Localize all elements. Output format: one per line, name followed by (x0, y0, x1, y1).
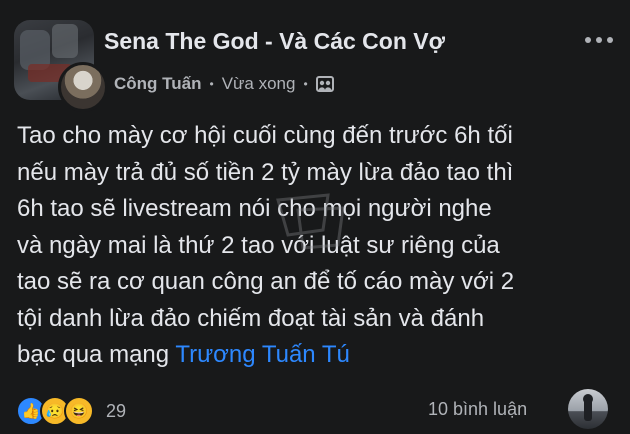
post-meta: Công Tuấn • Vừa xong • (114, 74, 334, 94)
group-privacy-icon (315, 76, 334, 92)
reaction-count: 29 (106, 400, 127, 421)
post-text-line: và ngày mai là thứ 2 tao với luật sư riê… (17, 231, 500, 259)
post-text-line: tội danh lừa đảo chiếm đoạt tài sản và đ… (17, 304, 485, 332)
post-timestamp[interactable]: Vừa xong (222, 74, 296, 94)
avatar-figure-body (584, 399, 592, 421)
comments-count-link[interactable]: 10 bình luận (428, 399, 527, 420)
post-header: Sena The God - Và Các Con Vợ Công Tuấn •… (14, 14, 616, 112)
post-text-line: bạc qua mạng (17, 341, 170, 368)
commenter-avatar[interactable] (568, 389, 608, 429)
more-options-icon[interactable] (582, 30, 616, 50)
mention-link[interactable]: Trương Tuấn Tú (175, 341, 350, 368)
haha-icon: 😆 (64, 396, 94, 426)
meta-separator: • (303, 77, 308, 91)
author-name-link[interactable]: Công Tuấn (114, 74, 202, 94)
reactions-summary[interactable]: 👍 😥 😆 29 (16, 396, 126, 426)
post-text-line: Tao cho mày cơ hội cuối cùng đến trước 6… (17, 122, 513, 149)
post-text-line: nếu mày trả đủ số tiền 2 tỷ mày lừa đảo … (17, 158, 514, 186)
post-body: Tao cho mày cơ hội cuối cùng đến trước 6… (17, 118, 617, 374)
post-text-line: 6h tao sẽ livestream nói cho mọi người n… (17, 195, 492, 222)
post-text-line: tao sẽ ra cơ quan công an để tố cáo mày … (17, 268, 515, 295)
author-avatar[interactable] (58, 62, 108, 112)
group-photo-figure (52, 24, 78, 58)
post-footer: 👍 😥 😆 29 10 bình luận (0, 386, 630, 434)
group-name-link[interactable]: Sena The God - Và Các Con Vợ (104, 28, 445, 55)
meta-separator: • (209, 77, 214, 91)
post-text-last-line: bạc qua mạng Trương Tuấn Tú (17, 337, 617, 374)
